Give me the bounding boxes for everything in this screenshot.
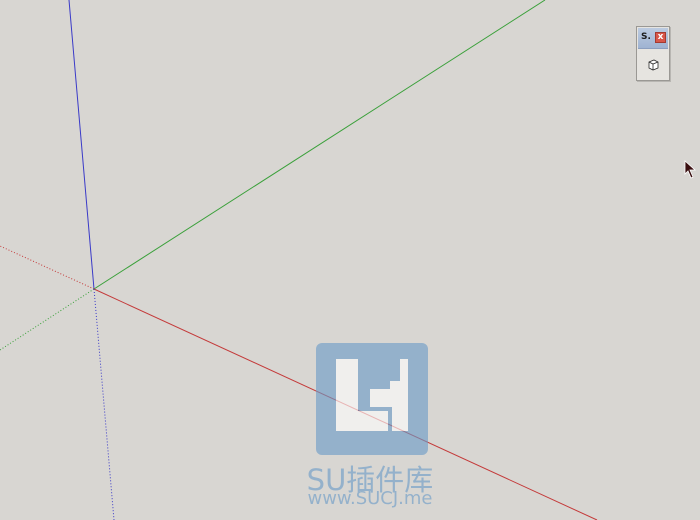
green-axis-negative: [0, 288, 95, 351]
floating-toolbar[interactable]: S. x: [636, 26, 670, 81]
arrow-cursor-icon: [684, 160, 697, 179]
watermark-url: www.SUCJ.me: [307, 488, 433, 509]
cube-icon: [648, 59, 659, 71]
green-axis-positive: [93, 0, 546, 290]
watermark-logo-icon: [316, 343, 428, 455]
toolbar-close-button[interactable]: x: [655, 32, 666, 43]
toolbar-component-button[interactable]: [642, 55, 664, 75]
blue-axis-positive: [68, 0, 95, 290]
red-axis-negative: [0, 245, 95, 290]
toolbar-titlebar[interactable]: S. x: [638, 28, 668, 49]
blue-axis-negative: [93, 288, 115, 520]
toolbar-title: S.: [641, 32, 651, 42]
drawing-viewport[interactable]: SU插件库 www.SUCJ.me S. x: [0, 0, 700, 520]
watermark: SU插件库 www.SUCJ.me: [290, 343, 450, 513]
